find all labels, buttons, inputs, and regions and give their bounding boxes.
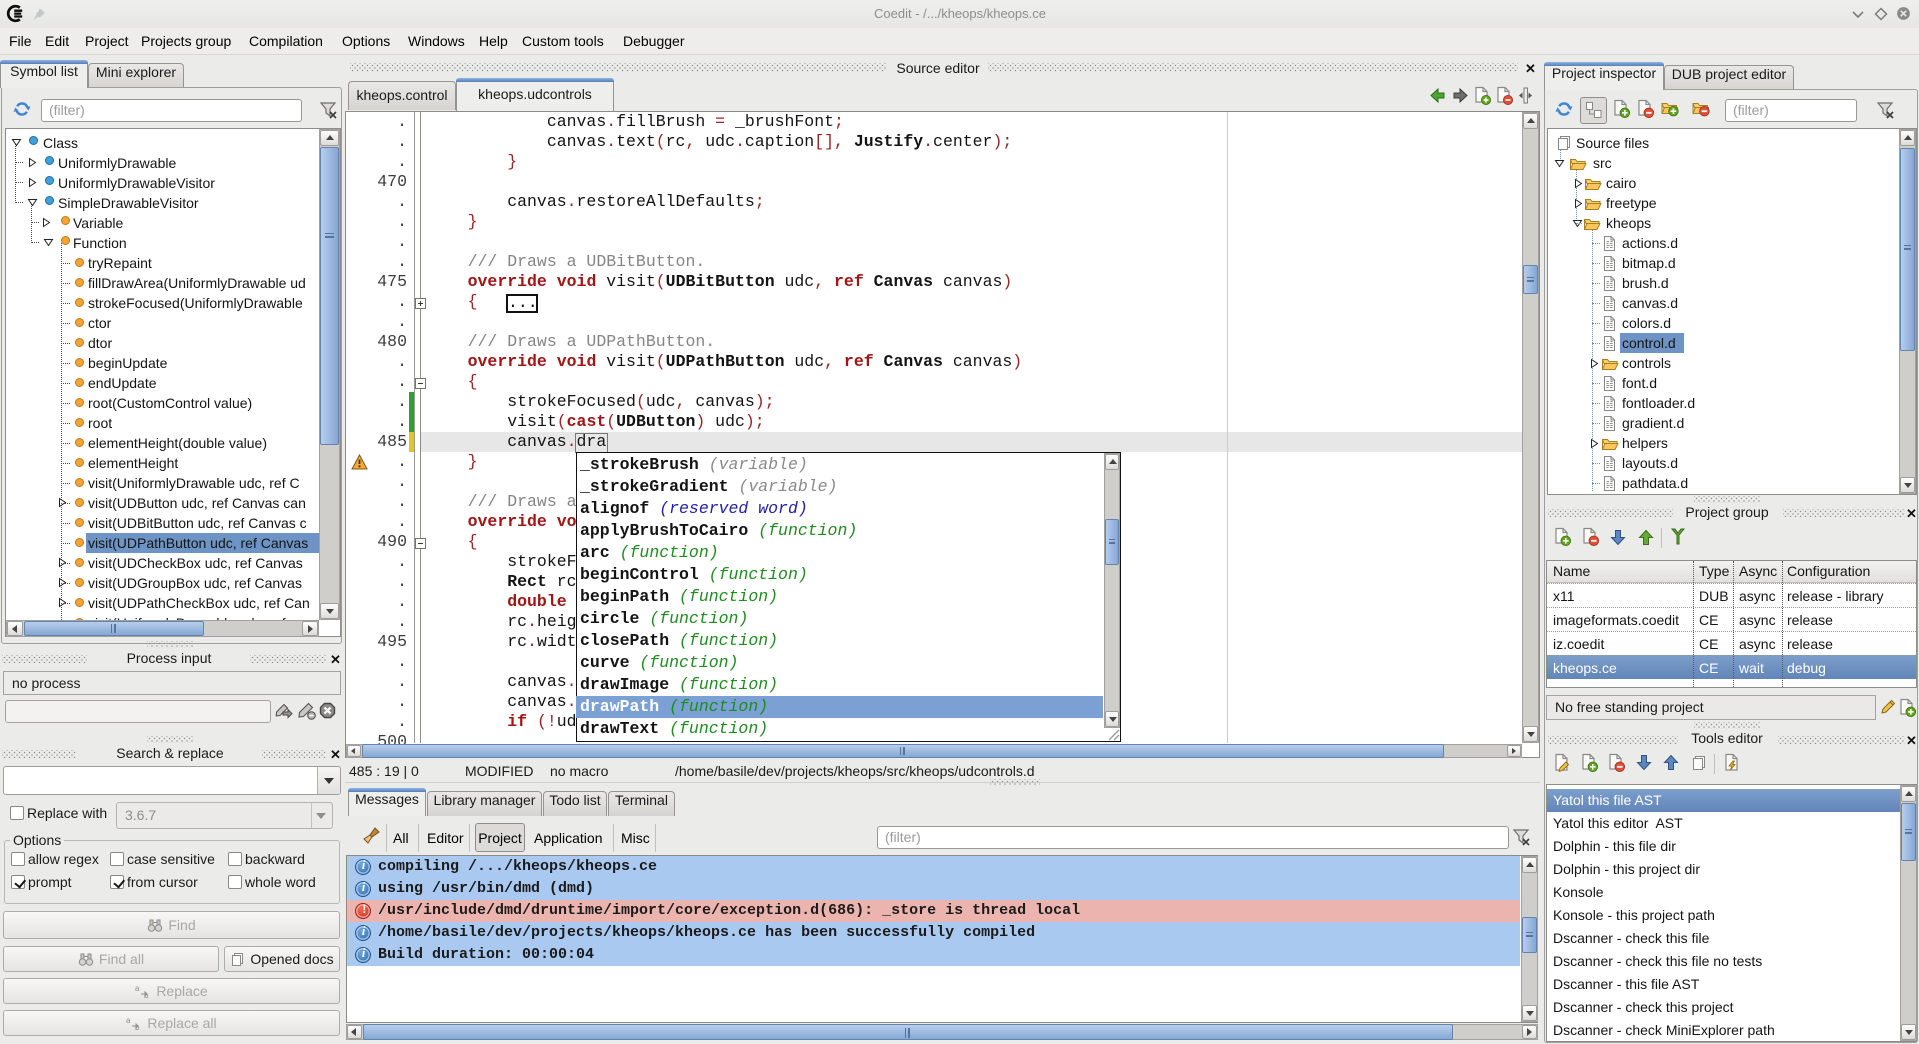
svg-text:b: b [135,1023,140,1031]
svg-text:a: a [135,984,140,993]
svg-text:b: b [144,991,149,999]
svg-text:a: a [126,1016,131,1025]
